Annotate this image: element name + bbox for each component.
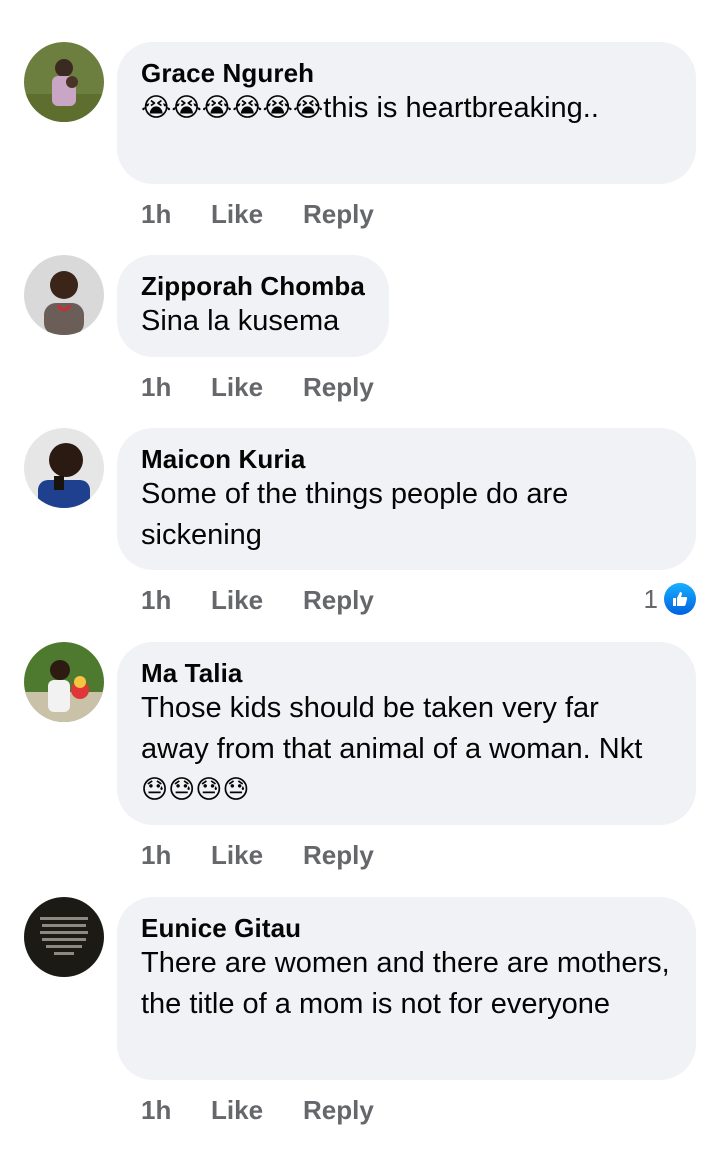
reply-button[interactable]: Reply [303, 580, 374, 620]
reaction-summary[interactable]: 1 [644, 579, 696, 619]
like-button[interactable]: Like [211, 580, 263, 620]
like-button[interactable]: Like [211, 835, 263, 875]
reply-button[interactable]: Reply [303, 1090, 374, 1130]
comment-text: Sina la kusema [141, 305, 340, 337]
comment-author[interactable]: Ma Talia [141, 658, 672, 688]
like-thumbs-up-icon [664, 583, 696, 615]
comment-text-body: this is heartbreaking.. [323, 92, 599, 124]
comment-author[interactable]: Zipporah Chomba [141, 271, 365, 301]
comment-bubble: Ma Talia Those kids should be taken very… [117, 642, 696, 825]
like-button[interactable]: Like [211, 194, 263, 234]
comment-text: 😭😭😭😭😭😭this is heartbreaking.. [141, 88, 672, 129]
like-button[interactable]: Like [211, 1090, 263, 1130]
reaction-count: 1 [643, 583, 658, 614]
comment-timestamp[interactable]: 1h [141, 1090, 171, 1130]
reply-button[interactable]: Reply [303, 367, 374, 407]
comment-author[interactable]: Grace Ngureh [141, 58, 672, 88]
crying-face-emoji: 😭😭😭😭😭😭 [141, 93, 324, 123]
comment-author[interactable]: Maicon Kuria [141, 444, 672, 474]
comment-timestamp[interactable]: 1h [141, 367, 171, 407]
comment-text-body: Those kids should be taken very far away… [141, 692, 643, 765]
comment-bubble: Zipporah Chomba Sina la kusema [117, 255, 389, 357]
comment-timestamp[interactable]: 1h [141, 194, 171, 234]
avatar[interactable] [24, 428, 104, 508]
comment-text: Those kids should be taken very far away… [141, 688, 672, 811]
like-button[interactable]: Like [211, 367, 263, 407]
comment-timestamp[interactable]: 1h [141, 835, 171, 875]
avatar[interactable] [24, 255, 104, 335]
comment-author[interactable]: Eunice Gitau [141, 913, 672, 943]
avatar[interactable] [24, 42, 104, 122]
downcast-sweat-emoji: 😓😓😓😓 [141, 775, 250, 805]
avatar[interactable] [24, 642, 104, 722]
avatar[interactable] [24, 897, 104, 977]
comment-bubble: Maicon Kuria Some of the things people d… [117, 428, 696, 570]
reply-button[interactable]: Reply [303, 194, 374, 234]
comment-text: Some of the things people do are sickeni… [141, 478, 569, 551]
reply-button[interactable]: Reply [303, 835, 374, 875]
comment-bubble: Grace Ngureh 😭😭😭😭😭😭this is heartbreaking… [117, 42, 696, 184]
comment-bubble: Eunice Gitau There are women and there a… [117, 897, 696, 1080]
comment-timestamp[interactable]: 1h [141, 580, 171, 620]
comment-text: There are women and there are mothers, t… [141, 947, 670, 1020]
